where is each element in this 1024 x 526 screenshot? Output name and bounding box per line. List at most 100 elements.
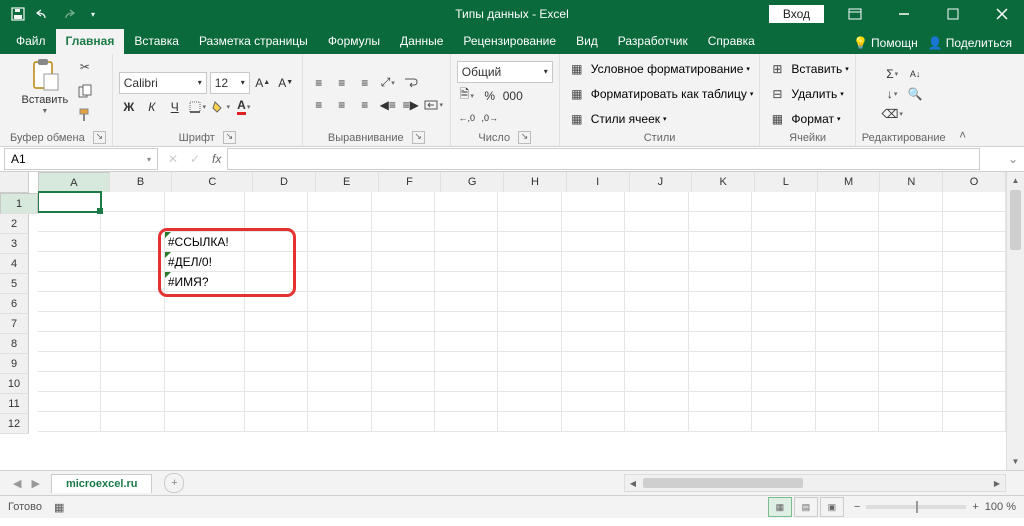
cell[interactable] <box>689 352 752 372</box>
tab-review[interactable]: Рецензирование <box>453 29 566 54</box>
cell[interactable] <box>562 252 625 272</box>
cell[interactable] <box>816 352 879 372</box>
decrease-indent-icon[interactable]: ◀≡ <box>378 96 398 114</box>
cell[interactable] <box>372 192 435 212</box>
cell[interactable] <box>165 332 245 352</box>
align-middle-icon[interactable]: ≡ <box>332 74 352 92</box>
column-header[interactable]: N <box>880 172 943 193</box>
cell[interactable] <box>816 192 879 212</box>
cell[interactable] <box>562 292 625 312</box>
cell[interactable] <box>498 232 561 252</box>
cell[interactable] <box>816 392 879 412</box>
column-header[interactable]: H <box>504 172 567 193</box>
cell[interactable] <box>689 192 752 212</box>
cell[interactable] <box>101 252 164 272</box>
cell[interactable] <box>435 252 498 272</box>
cell[interactable] <box>625 212 688 232</box>
cell[interactable] <box>625 412 688 432</box>
cell[interactable] <box>308 312 371 332</box>
tab-data[interactable]: Данные <box>390 29 453 54</box>
cancel-formula-icon[interactable]: ✕ <box>162 152 184 166</box>
scroll-left-icon[interactable]: ◀ <box>625 479 641 488</box>
maximize-icon[interactable] <box>930 0 975 28</box>
insert-cells-button[interactable]: ⊞Вставить ▾ <box>766 58 848 80</box>
cell[interactable] <box>562 212 625 232</box>
cell[interactable] <box>562 192 625 212</box>
cell[interactable] <box>165 212 245 232</box>
cell[interactable] <box>498 292 561 312</box>
cell[interactable] <box>38 312 101 332</box>
cell[interactable] <box>625 232 688 252</box>
cell[interactable] <box>625 272 688 292</box>
qat-customize-icon[interactable]: ▾ <box>81 2 105 26</box>
orientation-icon[interactable]: ⤢ <box>378 74 398 92</box>
conditional-formatting-button[interactable]: ▦Условное форматирование ▾ <box>566 58 750 80</box>
collapse-ribbon-icon[interactable]: ˄ <box>952 54 974 146</box>
cell[interactable] <box>372 212 435 232</box>
cell[interactable] <box>816 312 879 332</box>
cell[interactable] <box>689 312 752 332</box>
cell[interactable] <box>245 412 308 432</box>
font-name-select[interactable]: Calibri▾ <box>119 72 207 94</box>
page-layout-view-icon[interactable]: ▤ <box>794 497 818 517</box>
cell[interactable] <box>879 352 942 372</box>
row-header[interactable]: 2 <box>0 214 29 234</box>
underline-button[interactable]: Ч <box>165 98 185 116</box>
sheet-tab[interactable]: microexcel.ru <box>51 474 153 493</box>
cell[interactable] <box>562 332 625 352</box>
tab-file[interactable]: Файл <box>6 29 56 54</box>
align-center-icon[interactable]: ≡ <box>332 96 352 114</box>
cell[interactable] <box>101 212 164 232</box>
cell[interactable] <box>879 332 942 352</box>
cell[interactable] <box>308 352 371 372</box>
row-header[interactable]: 10 <box>0 374 29 394</box>
cell[interactable] <box>498 192 561 212</box>
cell[interactable] <box>435 312 498 332</box>
merge-cells-icon[interactable] <box>424 96 444 114</box>
cell[interactable] <box>101 192 164 212</box>
close-icon[interactable] <box>979 0 1024 28</box>
paste-button[interactable]: Вставить ▼ <box>20 56 70 115</box>
autosum-icon[interactable]: Σ <box>882 65 902 83</box>
cell[interactable] <box>245 232 308 252</box>
column-header[interactable]: E <box>316 172 379 193</box>
row-header[interactable]: 6 <box>0 294 29 314</box>
cell[interactable] <box>308 272 371 292</box>
format-painter-icon[interactable] <box>74 104 96 126</box>
cell[interactable] <box>943 292 1006 312</box>
delete-cells-button[interactable]: ⊟Удалить ▾ <box>766 83 843 105</box>
cell[interactable] <box>245 372 308 392</box>
dialog-launcher-icon[interactable]: ↘ <box>412 131 425 144</box>
cell[interactable] <box>435 412 498 432</box>
cell[interactable] <box>435 392 498 412</box>
cell[interactable] <box>372 272 435 292</box>
cell[interactable] <box>245 392 308 412</box>
cell[interactable] <box>245 212 308 232</box>
cell[interactable] <box>245 272 308 292</box>
cell[interactable] <box>308 412 371 432</box>
copy-icon[interactable] <box>74 80 96 102</box>
column-header[interactable]: D <box>253 172 316 193</box>
cell[interactable] <box>308 392 371 412</box>
increase-indent-icon[interactable]: ≡▶ <box>401 96 421 114</box>
cell[interactable] <box>943 412 1006 432</box>
align-right-icon[interactable]: ≡ <box>355 96 375 114</box>
cell[interactable] <box>435 352 498 372</box>
cell[interactable] <box>308 372 371 392</box>
cell[interactable] <box>816 412 879 432</box>
fill-icon[interactable]: ↓ <box>882 85 902 103</box>
scroll-down-icon[interactable]: ▼ <box>1007 453 1024 470</box>
column-header[interactable]: L <box>755 172 818 193</box>
cell[interactable] <box>879 372 942 392</box>
cell[interactable] <box>308 332 371 352</box>
cell[interactable] <box>689 212 752 232</box>
macro-record-icon[interactable]: ▦ <box>54 501 64 514</box>
cell[interactable] <box>38 372 101 392</box>
cell[interactable] <box>498 372 561 392</box>
cell[interactable] <box>816 212 879 232</box>
tab-home[interactable]: Главная <box>56 29 125 54</box>
borders-icon[interactable] <box>188 98 208 116</box>
accounting-format-icon[interactable]: 🗎 <box>457 87 477 105</box>
sort-filter-icon[interactable]: A↓ <box>905 65 925 83</box>
row-header[interactable]: 4 <box>0 254 29 274</box>
